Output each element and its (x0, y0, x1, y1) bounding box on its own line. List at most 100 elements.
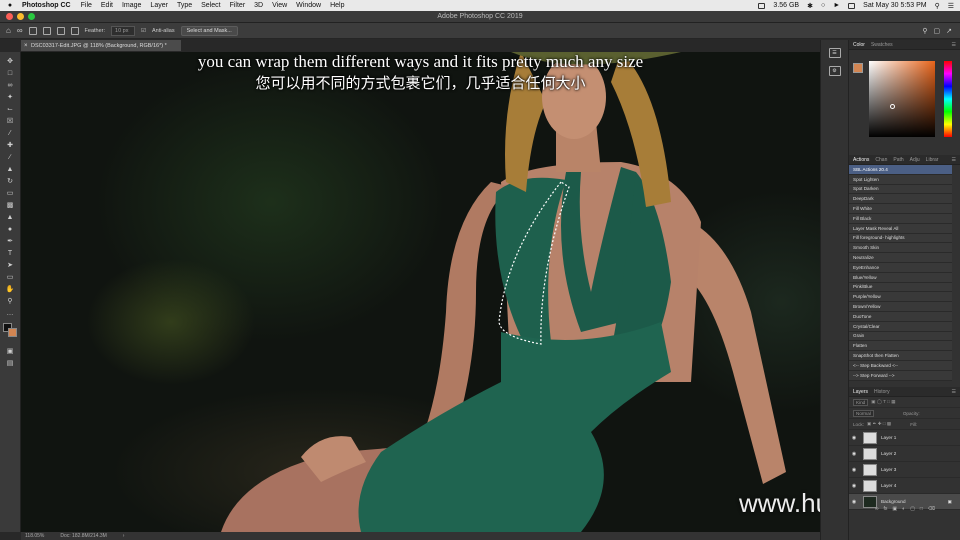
action-item[interactable]: Flatten (849, 341, 952, 352)
quick-mask-icon[interactable]: ▣ (4, 345, 17, 357)
bluetooth-icon[interactable]: ✱ (807, 2, 813, 10)
antialias-checkbox[interactable]: ☑ (141, 28, 146, 34)
action-item[interactable]: Brown/Yellow (849, 302, 952, 312)
feather-input[interactable]: 10 px (111, 25, 136, 36)
menu-image[interactable]: Image (122, 2, 141, 9)
tab-history[interactable]: History (874, 389, 890, 395)
move-tool-icon[interactable]: ✥ (4, 55, 17, 67)
eyedropper-tool-icon[interactable]: ⁄ (4, 127, 17, 139)
lock-icons[interactable]: ▣ ✒ ✚ □ ▩ (867, 421, 891, 427)
action-item[interactable]: Pink/Blue (849, 282, 952, 293)
layer-name[interactable]: Layer 1 (881, 435, 896, 440)
kind-filter-select[interactable]: Kind (853, 398, 869, 406)
workspace-icon[interactable]: ▢ (934, 27, 941, 35)
delete-layer-icon[interactable]: ⌫ (928, 506, 935, 515)
status-arrow-icon[interactable]: › (123, 533, 125, 539)
crop-tool-icon[interactable]: ⌙ (4, 103, 17, 115)
share-icon[interactable]: ↗ (946, 27, 952, 35)
new-selection-icon[interactable] (28, 26, 37, 35)
pen-tool-icon[interactable]: ✒ (4, 235, 17, 247)
app-menu[interactable]: Photoshop CC (22, 2, 71, 9)
visibility-eye-icon[interactable]: ◉ (849, 499, 859, 505)
action-item[interactable]: <-- Step Backward <-- (849, 360, 952, 371)
action-item[interactable]: Spot Darken (849, 184, 952, 195)
add-selection-icon[interactable] (42, 26, 51, 35)
action-item[interactable]: --> Step Forward --> (849, 370, 952, 381)
marquee-tool-icon[interactable]: □ (4, 67, 17, 79)
tab-paths[interactable]: Path (893, 157, 903, 163)
blur-tool-icon[interactable]: ▲ (4, 211, 17, 223)
subtract-selection-icon[interactable] (56, 26, 65, 35)
select-and-mask-button[interactable]: Select and Mask... (180, 25, 238, 36)
layer-name[interactable]: Layer 3 (881, 467, 896, 472)
layer-name[interactable]: Layer 4 (881, 483, 896, 488)
document-canvas[interactable]: you can wrap them different ways and it … (21, 52, 820, 532)
panel-menu-icon[interactable]: ☰ (952, 157, 956, 163)
search-icon[interactable]: ⚲ (935, 2, 940, 10)
close-tab-icon[interactable]: × (24, 43, 28, 49)
tab-actions[interactable]: Actions (853, 157, 869, 163)
background-color[interactable] (8, 328, 17, 337)
action-item[interactable]: Purple/Yellow (849, 292, 952, 303)
quick-select-tool-icon[interactable]: ✦ (4, 91, 17, 103)
tab-layers[interactable]: Layers (853, 389, 868, 395)
add-mask-icon[interactable]: ▣ (892, 506, 897, 515)
search-icon[interactable]: ⚲ (922, 27, 927, 35)
filter-icons[interactable]: ▣ ◯ T □ ▦ (871, 399, 895, 405)
properties-panel-icon[interactable]: ⚙ (828, 66, 841, 76)
menu-filter[interactable]: Filter (230, 2, 246, 9)
tab-swatches[interactable]: Swatches (871, 42, 893, 48)
action-item[interactable]: Grain (849, 331, 952, 342)
history-brush-tool-icon[interactable]: ↻ (4, 175, 17, 187)
healing-brush-tool-icon[interactable]: ✚ (4, 139, 17, 151)
action-item[interactable]: Crystal/Clear (849, 321, 952, 332)
lasso-tool-preset-icon[interactable]: ∞ (17, 26, 23, 35)
color-swatches[interactable] (3, 323, 17, 337)
menu-help[interactable]: Help (330, 2, 344, 9)
fx-icon[interactable]: fx (884, 506, 888, 515)
visibility-eye-icon[interactable]: ◉ (849, 467, 859, 473)
adjustment-layer-icon[interactable]: ◐ (902, 506, 905, 515)
tab-adjustments[interactable]: Adju (910, 157, 920, 163)
screen-mode-icon[interactable]: ▤ (4, 357, 17, 369)
link-layers-icon[interactable]: ∞ (875, 506, 879, 515)
group-icon[interactable]: ▢ (910, 506, 915, 515)
zoom-tool-icon[interactable]: ⚲ (4, 295, 17, 307)
menu-view[interactable]: View (272, 2, 287, 9)
action-item[interactable]: SBL Actions 20.4 (849, 165, 952, 175)
hue-slider[interactable] (944, 61, 952, 137)
menu-layer[interactable]: Layer (150, 2, 168, 9)
type-tool-icon[interactable]: T (4, 247, 17, 259)
lasso-tool-icon[interactable]: ∞ (4, 79, 17, 91)
gradient-tool-icon[interactable]: ▩ (4, 199, 17, 211)
action-item[interactable]: EyeEnhance (849, 262, 952, 273)
frame-tool-icon[interactable]: ☒ (4, 115, 17, 127)
menu-3d[interactable]: 3D (254, 2, 263, 9)
layer-name[interactable]: Layer 2 (881, 451, 896, 456)
wifi-icon[interactable]: ○ (821, 2, 825, 9)
dodge-tool-icon[interactable]: ● (4, 223, 17, 235)
volume-icon[interactable]: ► (833, 2, 840, 9)
action-item[interactable]: Layer Mask Reveal All (849, 223, 952, 234)
layer-name[interactable]: Background (881, 499, 906, 504)
more-tools-icon[interactable]: … (4, 307, 17, 319)
layer-row[interactable]: ◉ Layer 4 (849, 478, 960, 494)
blend-mode-select[interactable]: Normal (853, 409, 874, 417)
clone-stamp-tool-icon[interactable]: ▲ (4, 163, 17, 175)
panel-menu-icon[interactable]: ☰ (952, 389, 956, 395)
tab-color[interactable]: Color (853, 42, 865, 48)
layer-row[interactable]: ◉ Layer 2 (849, 446, 960, 462)
panel-foreground-color[interactable] (853, 63, 863, 73)
action-item[interactable]: DeepDark (849, 194, 952, 205)
home-icon[interactable]: ⌂ (6, 26, 11, 35)
control-center-icon[interactable]: ☰ (948, 2, 954, 10)
visibility-eye-icon[interactable]: ◉ (849, 451, 859, 457)
lock-icon[interactable]: ▣ (948, 499, 952, 505)
new-layer-icon[interactable]: □ (920, 506, 923, 515)
action-item[interactable]: SnapShot then Flatten (849, 351, 952, 361)
battery-icon[interactable] (848, 2, 856, 9)
tab-libraries[interactable]: Librar (926, 157, 939, 163)
visibility-eye-icon[interactable]: ◉ (849, 483, 859, 489)
shape-tool-icon[interactable]: ▭ (4, 271, 17, 283)
menu-window[interactable]: Window (296, 2, 321, 9)
